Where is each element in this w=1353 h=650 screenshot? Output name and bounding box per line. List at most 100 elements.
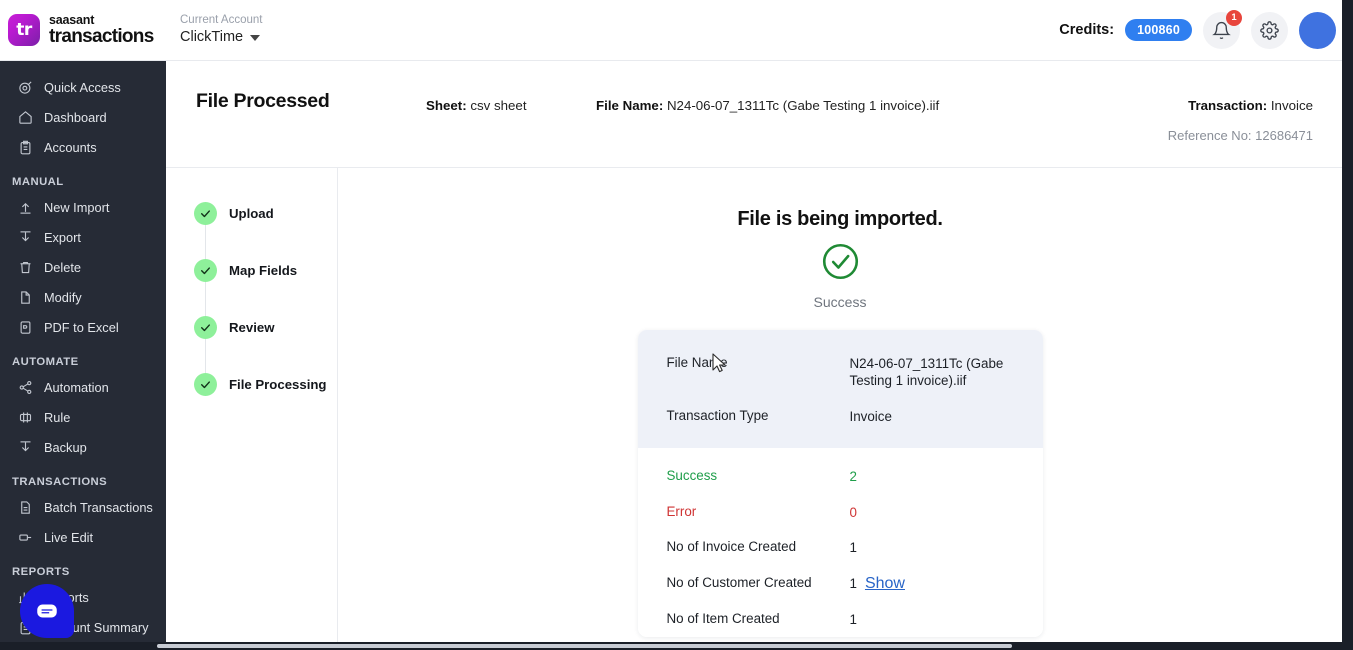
step-map-fields[interactable]: Map Fields bbox=[194, 258, 337, 282]
reference-number: Reference No: 12686471 bbox=[1167, 128, 1313, 143]
sidebar-item-delete[interactable]: Delete bbox=[0, 252, 166, 282]
top-bar: tr saasant transactions Current Account … bbox=[0, 0, 1353, 61]
settings-button[interactable] bbox=[1251, 11, 1288, 49]
window-frame-right bbox=[1342, 0, 1353, 650]
main-content: File Processed Sheet: csv sheet File Nam… bbox=[166, 61, 1342, 650]
result-panel: File is being imported. Success File Nam… bbox=[338, 168, 1342, 650]
sidebar-item-rule[interactable]: Rule bbox=[0, 402, 166, 432]
sidebar-item-batch-transactions[interactable]: Batch Transactions bbox=[0, 492, 166, 522]
saasant-logo-icon: tr bbox=[8, 14, 40, 46]
avatar[interactable] bbox=[1299, 11, 1336, 49]
row-value: 1 bbox=[849, 575, 857, 591]
credits-badge[interactable]: 100860 bbox=[1125, 19, 1192, 41]
document-icon bbox=[18, 500, 33, 515]
step-label: Map Fields bbox=[229, 262, 298, 278]
account-label: Current Account bbox=[180, 14, 263, 27]
summary-row-invoice-created: No of Invoice Created 1 bbox=[667, 530, 1014, 565]
sidebar-item-label: Delete bbox=[44, 259, 81, 275]
sidebar-group-reports: REPORTS bbox=[12, 566, 70, 578]
row-key: Success bbox=[666, 468, 718, 484]
page-header: File Processed Sheet: csv sheet File Nam… bbox=[166, 61, 1342, 168]
transaction-meta: Transaction: Invoice bbox=[1188, 98, 1313, 113]
step-file-processing[interactable]: File Processing bbox=[194, 372, 337, 396]
sidebar-item-label: Dashboard bbox=[44, 109, 107, 125]
brand-logo[interactable]: tr saasant transactions bbox=[0, 14, 166, 47]
row-value: 1 bbox=[849, 540, 857, 556]
sidebar-item-modify[interactable]: Modify bbox=[0, 282, 166, 312]
target-icon bbox=[18, 80, 33, 95]
sidebar-group-transactions: TRANSACTIONS bbox=[12, 476, 108, 488]
sidebar-item-label: Modify bbox=[44, 289, 82, 305]
brand-line-2: transactions bbox=[49, 26, 154, 48]
file-meta: File Name: N24-06-07_1311Tc (Gabe Testin… bbox=[596, 98, 939, 113]
top-bar-actions: Credits: 100860 1 bbox=[1059, 9, 1353, 49]
transaction-label: Transaction: bbox=[1188, 98, 1268, 113]
sidebar-item-new-import[interactable]: New Import bbox=[0, 192, 166, 222]
sidebar-item-label: PDF to Excel bbox=[44, 319, 119, 335]
horizontal-scrollbar[interactable] bbox=[157, 644, 1012, 648]
sidebar-item-label: Backup bbox=[44, 439, 87, 455]
row-key: File Name bbox=[666, 355, 728, 370]
sidebar-item-live-edit[interactable]: Live Edit bbox=[0, 522, 166, 552]
result-heading: File is being imported. bbox=[737, 208, 943, 230]
row-key: Transaction Type bbox=[666, 407, 769, 423]
app-window: tr saasant transactions Current Account … bbox=[0, 0, 1353, 650]
step-label: File Processing bbox=[229, 376, 327, 392]
brand-wordmark: saasant transactions bbox=[49, 14, 154, 47]
sidebar-item-accounts[interactable]: Accounts bbox=[0, 132, 166, 162]
sidebar-item-pdf-to-excel[interactable]: PDF to Excel bbox=[0, 312, 166, 342]
summary-row-error: Error 0 bbox=[667, 495, 1014, 530]
pdf-icon bbox=[18, 320, 33, 335]
share-icon bbox=[18, 380, 33, 395]
sidebar-item-automation[interactable]: Automation bbox=[0, 372, 166, 402]
file-name-label: File Name: bbox=[596, 98, 664, 113]
check-icon bbox=[194, 201, 217, 225]
chat-bubble-icon bbox=[37, 604, 57, 618]
chat-support-button[interactable] bbox=[20, 584, 74, 638]
row-key: No of Customer Created bbox=[666, 574, 812, 590]
notifications-button[interactable]: 1 bbox=[1203, 9, 1242, 49]
summary-section-top: File Name N24-06-07_1311Tc (Gabe Testing… bbox=[637, 330, 1043, 449]
notification-count-badge: 1 bbox=[1226, 9, 1242, 26]
sidebar-group-automate: AUTOMATE bbox=[12, 356, 79, 368]
row-key: No of Item Created bbox=[666, 610, 780, 626]
transaction-value: Invoice bbox=[1270, 98, 1313, 113]
sidebar-item-label: Live Edit bbox=[44, 529, 94, 545]
sidebar-item-dashboard[interactable]: Dashboard bbox=[0, 102, 166, 132]
clipboard-icon bbox=[18, 140, 33, 155]
show-customers-link[interactable]: Show bbox=[865, 575, 905, 593]
file-edit-icon bbox=[18, 290, 33, 305]
file-name-value: N24-06-07_1311Tc (Gabe Testing 1 invoice… bbox=[666, 98, 940, 113]
row-value: N24-06-07_1311Tc (Gabe Testing 1 invoice… bbox=[849, 356, 1004, 389]
summary-row-transaction-type: Transaction Type Invoice bbox=[667, 399, 1014, 434]
home-icon bbox=[18, 110, 33, 125]
sidebar-item-export[interactable]: Export bbox=[0, 222, 166, 252]
download-icon bbox=[18, 440, 33, 455]
body-area: Upload Map Fields Review File Processing… bbox=[166, 168, 1342, 650]
row-value: 1 bbox=[849, 611, 857, 627]
account-switcher[interactable]: Current Account ClickTime bbox=[180, 14, 262, 46]
chevron-down-icon[interactable] bbox=[250, 34, 261, 41]
check-icon bbox=[194, 258, 217, 282]
step-label: Upload bbox=[229, 205, 274, 221]
step-upload[interactable]: Upload bbox=[194, 201, 337, 225]
progress-stepper: Upload Map Fields Review File Processing bbox=[166, 168, 338, 650]
sidebar-item-backup[interactable]: Backup bbox=[0, 432, 166, 462]
sidebar: Quick Access Dashboard Accounts MANUAL N… bbox=[0, 61, 166, 650]
row-value: Invoice bbox=[849, 408, 892, 424]
sidebar-item-quick-access[interactable]: Quick Access bbox=[0, 72, 166, 102]
row-key: No of Invoice Created bbox=[666, 539, 797, 555]
live-edit-icon bbox=[18, 530, 33, 545]
row-key: Error bbox=[666, 503, 697, 519]
summary-section-bottom: Success 2 Error 0 No of Invoice Created … bbox=[637, 448, 1043, 637]
sheet-label: Sheet: bbox=[426, 98, 467, 113]
row-value: 0 bbox=[849, 504, 857, 520]
step-review[interactable]: Review bbox=[194, 315, 337, 339]
account-value: ClickTime bbox=[180, 29, 244, 46]
sheet-meta: Sheet: csv sheet bbox=[426, 98, 527, 113]
check-icon bbox=[194, 315, 217, 339]
sidebar-item-label: Export bbox=[44, 229, 81, 245]
download-icon bbox=[18, 230, 33, 245]
sheet-value: csv sheet bbox=[470, 98, 527, 113]
sidebar-item-label: Quick Access bbox=[44, 79, 121, 95]
